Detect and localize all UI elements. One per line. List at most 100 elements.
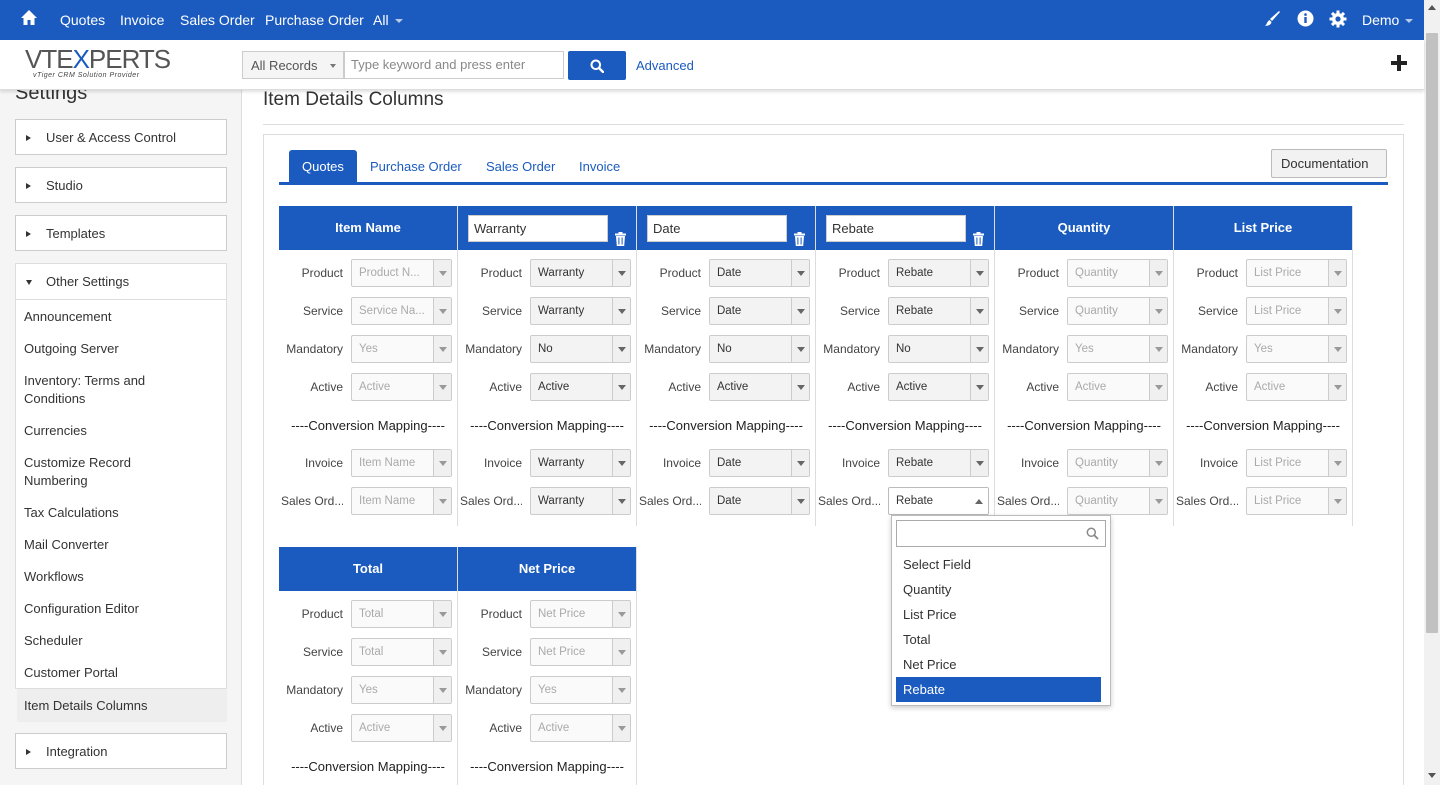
info-icon[interactable] — [1297, 10, 1314, 30]
sidebar-link-record-numbering[interactable]: Customize Record Numbering — [24, 454, 154, 490]
scroll-down-arrow[interactable] — [1428, 773, 1436, 778]
mandatory-select: Yes — [351, 335, 452, 363]
active-select[interactable]: Active — [709, 373, 810, 401]
sidebar-link-customer-portal[interactable]: Customer Portal — [24, 664, 118, 682]
nav-all-menu[interactable]: All — [373, 12, 403, 28]
column-block: Item Name Product Product N... Service Servi… — [279, 206, 458, 526]
service-select[interactable]: Date — [709, 297, 810, 325]
trash-icon[interactable] — [794, 220, 805, 246]
field-label: Sales Ord... — [997, 494, 1059, 508]
sidebar-link-currencies[interactable]: Currencies — [24, 422, 87, 440]
trash-icon[interactable] — [973, 220, 984, 246]
sales-order-select[interactable]: Warranty — [530, 487, 631, 515]
dropdown-search-input[interactable] — [896, 520, 1106, 547]
service-select: Total — [351, 638, 452, 666]
chevron-down-icon — [394, 19, 403, 24]
sidebar-link-item-details-columns[interactable]: Item Details Columns — [17, 688, 227, 722]
sidebar-title: Settings — [15, 90, 88, 104]
tab-quotes[interactable]: Quotes — [289, 150, 357, 182]
nav-sales-order[interactable]: Sales Order — [180, 12, 255, 28]
product-select[interactable]: Date — [709, 259, 810, 287]
field-row-service: Service Warranty — [458, 297, 636, 325]
service-select[interactable]: Rebate — [888, 297, 989, 325]
mandatory-select[interactable]: No — [888, 335, 989, 363]
sales-order-select[interactable]: Date — [709, 487, 810, 515]
product-select[interactable]: Rebate — [888, 259, 989, 287]
conversion-mapping-label: ----Conversion Mapping---- — [1007, 418, 1161, 433]
sidebar-link-workflows[interactable]: Workflows — [24, 568, 84, 586]
plus-icon[interactable] — [1389, 53, 1409, 73]
column-name-input[interactable]: Rebate — [826, 215, 966, 242]
active-select[interactable]: Active — [530, 373, 631, 401]
field-label: Product — [301, 266, 343, 280]
dropdown-option-selected[interactable]: Rebate — [896, 677, 1101, 702]
search-input[interactable]: Type keyword and press enter — [344, 51, 564, 79]
chevron-down-icon — [612, 715, 630, 741]
invoice-select[interactable]: Warranty — [530, 449, 631, 477]
service-select[interactable]: Warranty — [530, 297, 631, 325]
advanced-search-link[interactable]: Advanced — [636, 58, 694, 73]
invoice-select[interactable]: Date — [709, 449, 810, 477]
nav-purchase-order[interactable]: Purchase Order — [265, 12, 364, 28]
dropdown-option[interactable]: Select Field — [896, 552, 1101, 577]
sidebar-section-other-settings[interactable]: Other Settings — [16, 264, 226, 300]
mandatory-select[interactable]: No — [530, 335, 631, 363]
active-select[interactable]: Active — [888, 373, 989, 401]
page-scrollbar[interactable] — [1424, 0, 1440, 785]
gear-icon[interactable] — [1329, 10, 1347, 31]
select-value: List Price — [1254, 305, 1302, 317]
sidebar-link-announcement[interactable]: Announcement — [24, 308, 111, 326]
tab-sales-order[interactable]: Sales Order — [473, 150, 568, 182]
field-row-active: Active Active — [458, 373, 636, 401]
field-label: Sales Ord... — [818, 494, 880, 508]
product-select[interactable]: Warranty — [530, 259, 631, 287]
sidebar-section-integration[interactable]: Integration — [15, 733, 227, 769]
field-label: Service — [481, 645, 522, 659]
field-label: Invoice — [483, 456, 522, 470]
select-value: Item Name — [359, 495, 416, 507]
column-name-input[interactable]: Date — [647, 215, 787, 242]
search-button[interactable] — [568, 51, 626, 80]
logo-text: VTEXPERTS — [25, 44, 171, 74]
tab-purchase-order[interactable]: Purchase Order — [357, 150, 475, 182]
field-label: Product — [838, 266, 880, 280]
column-name-input[interactable]: Warranty — [468, 215, 608, 242]
select-value: Total — [359, 608, 384, 620]
dropdown-option[interactable]: Net Price — [896, 652, 1101, 677]
column-block: Rebate Product Rebate Service Rebate Mandator… — [816, 206, 995, 526]
company-logo[interactable]: VTEXPERTS vTiger CRM Solution Provider — [25, 46, 180, 84]
sidebar-section-studio[interactable]: Studio — [15, 167, 227, 203]
sidebar-link-configuration-editor[interactable]: Configuration Editor — [24, 600, 139, 618]
sidebar-link-mail-converter[interactable]: Mail Converter — [24, 536, 109, 554]
dropdown-option[interactable]: Quantity — [896, 577, 1101, 602]
sidebar-link-inventory-terms[interactable]: Inventory: Terms and Conditions — [24, 372, 164, 408]
caret-right-icon — [26, 183, 31, 189]
sidebar-link-tax-calculations[interactable]: Tax Calculations — [24, 504, 119, 522]
sales-order-select[interactable]: Rebate — [888, 487, 989, 515]
records-select[interactable]: All Records — [242, 51, 344, 79]
select-value: Quantity — [1075, 305, 1118, 317]
nav-quotes[interactable]: Quotes — [60, 12, 105, 28]
tab-invoice[interactable]: Invoice — [566, 150, 633, 182]
records-select-value: All Records — [251, 58, 318, 73]
user-menu[interactable]: Demo — [1362, 12, 1414, 28]
chevron-down-icon — [1328, 298, 1346, 324]
mandatory-select[interactable]: No — [709, 335, 810, 363]
sidebar-link-scheduler[interactable]: Scheduler — [24, 632, 83, 650]
mandatory-select: Yes — [1067, 335, 1168, 363]
trash-icon[interactable] — [615, 220, 626, 246]
sidebar-section-templates[interactable]: Templates — [15, 215, 227, 251]
column-title: Total — [352, 561, 384, 576]
brush-icon[interactable] — [1264, 10, 1281, 30]
select-value: Rebate — [896, 457, 934, 469]
sidebar-link-outgoing-server[interactable]: Outgoing Server — [24, 340, 119, 358]
sidebar-section-user-access[interactable]: User & Access Control — [15, 119, 227, 155]
nav-invoice[interactable]: Invoice — [120, 12, 164, 28]
dropdown-option[interactable]: Total — [896, 627, 1101, 652]
dropdown-option[interactable]: List Price — [896, 602, 1101, 627]
scroll-thumb[interactable] — [1426, 33, 1438, 633]
home-icon[interactable] — [20, 9, 38, 30]
documentation-button[interactable]: Documentation — [1271, 149, 1387, 178]
invoice-select[interactable]: Rebate — [888, 449, 989, 477]
scroll-up-arrow[interactable] — [1428, 5, 1436, 10]
